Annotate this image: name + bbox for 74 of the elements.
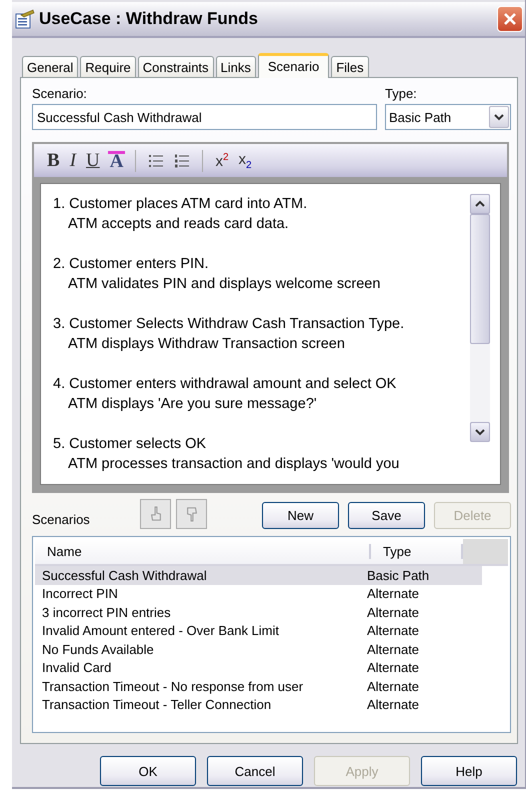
scroll-down-button[interactable]: [470, 422, 490, 442]
underline-button[interactable]: U: [84, 150, 102, 172]
step-response: ATM accepts and reads card data.: [67, 215, 290, 234]
column-header[interactable]: Name: [35, 544, 371, 559]
scenario-field[interactable]: Successful Cash Withdrawal: [32, 104, 377, 130]
scrollbar[interactable]: [470, 194, 490, 442]
step-response: ATM validates PIN and displays welcome screen: [67, 275, 382, 294]
numbered-list-icon: [174, 154, 190, 168]
row-name: Transaction Timeout - Teller Connection: [41, 697, 272, 712]
hand-icon: [148, 506, 162, 522]
row-type: Basic Path: [367, 568, 430, 583]
app-icon: [15, 9, 35, 29]
row-type: Alternate: [367, 586, 420, 602]
button[interactable]: OK: [100, 756, 196, 786]
row-name: Incorrect PIN: [41, 586, 119, 602]
scenario-text-area[interactable]: [40, 183, 501, 485]
button[interactable]: New: [262, 502, 339, 529]
field-label: Type:: [385, 86, 418, 101]
step-response: ATM processes transaction and displays 'would you: [67, 455, 400, 474]
step-response: ATM displays 'Are you sure message?': [67, 395, 318, 414]
close-button[interactable]: [497, 6, 523, 32]
tab[interactable]: General: [22, 56, 78, 77]
tab[interactable]: Files: [331, 56, 369, 77]
type-dropdown[interactable]: Basic Path: [385, 104, 511, 130]
list-row[interactable]: Incorrect PIN Alternate: [35, 584, 482, 603]
font-color-button[interactable]: A: [108, 151, 126, 170]
list-row[interactable]: Transaction Timeout - Teller Connection Alternate: [35, 696, 482, 714]
dropdown-button[interactable]: [489, 106, 509, 128]
row-type: Alternate: [367, 678, 420, 694]
close-icon: [503, 12, 517, 26]
window-title: UseCase : Withdraw Funds: [39, 9, 259, 29]
row-type: Alternate: [367, 604, 420, 620]
step-text: 3. Customer Selects Withdraw Cash Transaction Type.: [53, 315, 406, 334]
button[interactable]: Cancel: [207, 756, 303, 786]
row-name: Invalid Card: [41, 660, 112, 676]
list-label: Scenarios: [32, 512, 91, 529]
step-text: 4. Customer enters withdrawal amount and select OK: [53, 375, 398, 394]
row-name: 3 incorrect PIN entries: [41, 604, 172, 620]
chevron-down-icon: [494, 113, 504, 121]
bullet-list-icon: [148, 154, 164, 168]
step-text: 2. Customer enters PIN.: [53, 255, 210, 274]
row-name: Transaction Timeout - No response from user: [41, 678, 304, 694]
row-name: No Funds Available: [41, 642, 155, 657]
row-name: Invalid Amount entered - Over Bank Limit: [41, 623, 280, 638]
chevron-down-icon: [475, 428, 485, 436]
tab[interactable]: Require: [80, 56, 136, 77]
row-type: Alternate: [367, 642, 420, 657]
row-type: Alternate: [367, 697, 420, 712]
chevron-up-icon: [475, 200, 485, 208]
subscript-button[interactable]: x$_{2}$: [236, 150, 254, 170]
button[interactable]: Save: [348, 502, 425, 529]
step-text: 5. Customer selects OK: [53, 435, 208, 454]
step-response: ATM displays Withdraw Transaction screen: [67, 335, 346, 354]
button[interactable]: Help: [421, 756, 517, 786]
tab[interactable]: Scenario: [258, 53, 330, 78]
step-text: 1. Customer places ATM card into ATM.: [53, 195, 308, 214]
list-row[interactable]: Transaction Timeout - No response from user Alternate: [35, 677, 482, 696]
field-label: Scenario:: [32, 86, 88, 101]
list-row[interactable]: Invalid Card Alternate: [35, 658, 482, 677]
italic-button[interactable]: I: [68, 150, 78, 172]
row-name: Successful Cash Withdrawal: [41, 568, 208, 583]
scroll-thumb[interactable]: [470, 214, 490, 344]
superscript-button[interactable]: x$^{2}$: [213, 152, 231, 170]
list-row[interactable]: Successful Cash Withdrawal Basic Path: [35, 566, 482, 584]
tab[interactable]: Links: [216, 56, 256, 77]
row-type: Alternate: [367, 660, 420, 676]
hand-icon: [184, 506, 198, 522]
list-row[interactable]: 3 incorrect PIN entries Alternate: [35, 603, 482, 622]
list-row[interactable]: No Funds Available Alternate: [35, 640, 482, 658]
bold-button[interactable]: B: [45, 150, 62, 172]
list-row[interactable]: Invalid Amount entered - Over Bank Limit Alternate: [35, 622, 482, 640]
tab[interactable]: Constraints: [138, 56, 214, 77]
scroll-up-button[interactable]: [470, 194, 490, 214]
row-type: Alternate: [367, 623, 420, 638]
